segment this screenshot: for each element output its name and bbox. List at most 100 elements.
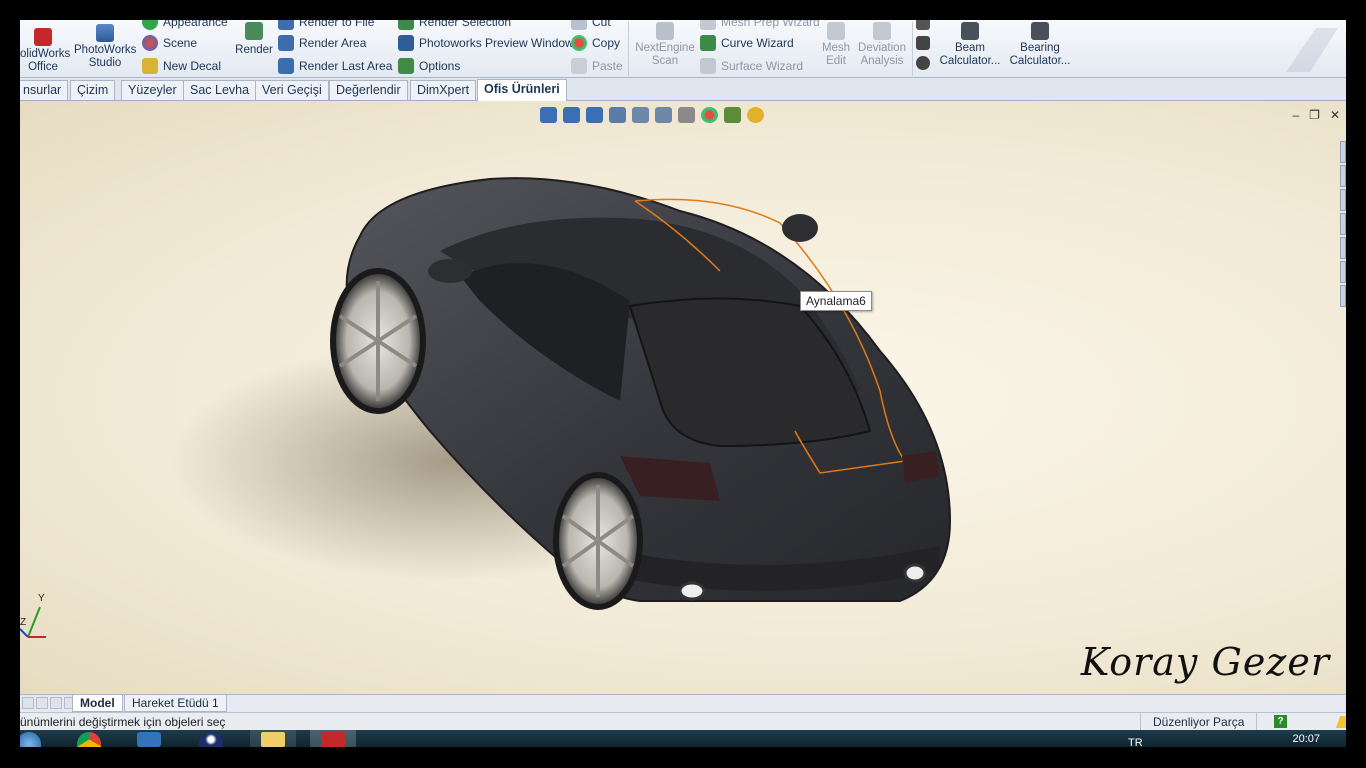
- bearing-calculator-button[interactable]: Bearing Calculator...: [1006, 22, 1074, 68]
- taskbar-app[interactable]: [188, 730, 234, 747]
- solidworks-office-icon: [34, 28, 52, 46]
- taskbar-solidworks[interactable]: [310, 730, 356, 747]
- cut-button[interactable]: Cut: [571, 20, 611, 30]
- solidworks-window: olidWorks Office PhotoWorks Studio Appea…: [20, 20, 1346, 747]
- rebuild-icon[interactable]: [1335, 716, 1346, 728]
- chrome-icon: [77, 732, 101, 747]
- tab-office-products[interactable]: Ofis Ürünleri: [477, 79, 567, 101]
- author-signature: Koray Gezer: [1080, 640, 1330, 684]
- new-decal-button[interactable]: New Decal: [142, 58, 221, 74]
- tab-sketch[interactable]: Çizim: [70, 80, 116, 100]
- paste-button[interactable]: Paste: [571, 58, 623, 74]
- ribbon-separator: [912, 22, 913, 76]
- photoworks-studio-icon: [96, 24, 114, 42]
- appearance-button[interactable]: Appearance: [142, 20, 228, 30]
- tab-model[interactable]: Model: [72, 695, 123, 712]
- options-button[interactable]: Options: [398, 58, 460, 74]
- exhaust-right: [903, 563, 927, 583]
- tab-dimxpert[interactable]: DimXpert: [410, 80, 477, 100]
- ds-logo-icon: [1276, 20, 1346, 77]
- status-edit-mode: Düzenliyor Parça: [1140, 713, 1258, 731]
- appearance-icon: [142, 20, 158, 30]
- toolbox-icon[interactable]: [916, 36, 930, 50]
- taskbar-chrome[interactable]: [66, 730, 112, 747]
- photoworks-studio-button[interactable]: PhotoWorks Studio: [74, 24, 136, 70]
- nextengine-scan-button[interactable]: NextEngine Scan: [634, 22, 696, 68]
- status-bar: ünümlerini değiştirmek için objeleri seç…: [20, 712, 1346, 731]
- tab-sheet-metal[interactable]: Sac Levha: [183, 80, 257, 100]
- windows-start-icon: [20, 732, 41, 747]
- deviation-analysis-icon: [873, 22, 891, 40]
- decal-icon: [142, 58, 158, 74]
- status-message: ünümlerini değiştirmek için objeleri seç: [20, 715, 226, 729]
- render-last-area-icon: [278, 58, 294, 74]
- command-manager-tabs: nsurlar Çizim Yüzeyler Sac Levha Veri Ge…: [20, 78, 1346, 101]
- side-mirror: [782, 214, 818, 242]
- options-icon: [398, 58, 414, 74]
- command-manager-ribbon: olidWorks Office PhotoWorks Studio Appea…: [20, 20, 1346, 78]
- start-orb[interactable]: [20, 730, 52, 747]
- tab-first-arrow[interactable]: [22, 697, 34, 709]
- media-player-icon: [137, 732, 161, 747]
- render-selection-icon: [398, 20, 414, 30]
- mesh-prep-wizard-button[interactable]: Mesh Prep Wizard: [700, 20, 820, 30]
- surface-wizard-button[interactable]: Surface Wizard: [700, 58, 803, 74]
- copy-button[interactable]: Copy: [571, 35, 620, 51]
- solidworks-icon: [321, 732, 345, 747]
- solidworks-office-button[interactable]: olidWorks Office: [20, 28, 70, 74]
- language-indicator[interactable]: TR: [1128, 737, 1143, 747]
- car-model[interactable]: [20, 101, 1346, 694]
- tab-prev-arrow[interactable]: [36, 697, 48, 709]
- graphics-area[interactable]: – ❐ ✕ Aynalama6 Koray Gezer Y Z: [20, 101, 1346, 694]
- help-icon[interactable]: ?: [1274, 715, 1287, 728]
- tab-features[interactable]: nsurlar: [20, 80, 69, 100]
- windows-taskbar: TR 20:07: [20, 730, 1346, 747]
- render-to-file-icon: [278, 20, 294, 30]
- mesh-prep-icon: [700, 20, 716, 30]
- taskbar-file-explorer[interactable]: [250, 730, 296, 747]
- render-area-button[interactable]: Render Area: [278, 35, 366, 51]
- render-area-icon: [278, 35, 294, 51]
- paste-icon: [571, 58, 587, 74]
- nextengine-scan-icon: [656, 22, 674, 40]
- taskbar-media-player[interactable]: [126, 730, 172, 747]
- feature-tooltip: Aynalama6: [800, 291, 872, 311]
- cut-icon: [571, 20, 587, 30]
- app-icon: [199, 732, 223, 747]
- beam-calculator-button[interactable]: Beam Calculator...: [936, 22, 1004, 68]
- tab-evaluate[interactable]: Değerlendir: [329, 80, 408, 100]
- curve-wizard-icon: [700, 35, 716, 51]
- ribbon-separator: [628, 22, 629, 76]
- triad-y-label: Y: [38, 593, 45, 604]
- render-last-area-button[interactable]: Render Last Area: [278, 58, 392, 74]
- tab-motion-study-1[interactable]: Hareket Etüdü 1: [124, 695, 227, 712]
- mesh-edit-icon: [827, 22, 845, 40]
- folder-icon: [261, 732, 285, 747]
- curve-wizard-button[interactable]: Curve Wizard: [700, 35, 794, 51]
- tab-next-arrow[interactable]: [50, 697, 62, 709]
- model-tabs-bar: Model Hareket Etüdü 1: [20, 694, 1346, 712]
- scene-icon: [142, 35, 158, 51]
- exhaust-left: [678, 581, 706, 601]
- deviation-analysis-button[interactable]: Deviation Analysis: [856, 22, 908, 68]
- preview-window-button[interactable]: Photoworks Preview Window: [398, 35, 574, 51]
- render-icon: [245, 22, 263, 40]
- preview-window-icon: [398, 35, 414, 51]
- beam-calculator-icon: [961, 22, 979, 40]
- clock[interactable]: 20:07: [1292, 733, 1320, 745]
- mesh-edit-button[interactable]: Mesh Edit: [818, 22, 854, 68]
- tab-surfaces[interactable]: Yüzeyler: [121, 80, 184, 100]
- toolbox-icons: [916, 20, 932, 76]
- surface-wizard-icon: [700, 58, 716, 74]
- tab-data-migration[interactable]: Veri Geçişi: [255, 80, 329, 100]
- side-mirror: [428, 259, 472, 283]
- scene-button[interactable]: Scene: [142, 35, 197, 51]
- reference-triad: Y Z: [20, 593, 50, 644]
- copy-icon: [571, 35, 587, 51]
- render-button[interactable]: Render: [232, 22, 276, 57]
- wrench-icon[interactable]: [916, 20, 930, 30]
- render-selection-button[interactable]: Render Selection: [398, 20, 511, 30]
- render-to-file-button[interactable]: Render to File: [278, 20, 374, 30]
- gear-icon[interactable]: [916, 56, 930, 70]
- bearing-calculator-icon: [1031, 22, 1049, 40]
